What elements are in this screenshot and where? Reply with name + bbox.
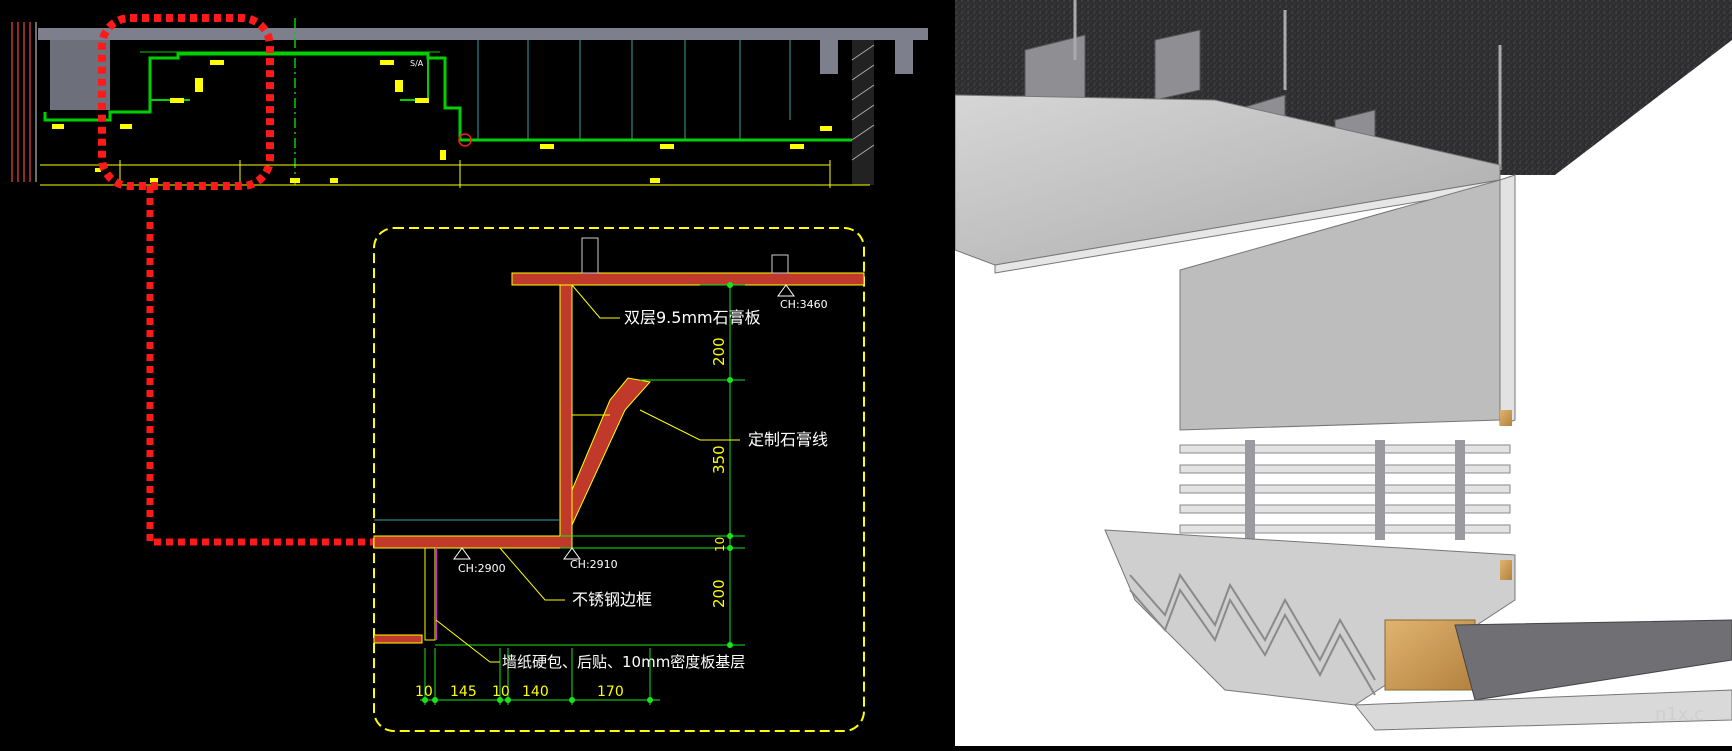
concrete-beam-right-2 (895, 40, 913, 74)
ch-label-top: CH:3460 (780, 298, 828, 311)
dim-horizontal-5: 170 (597, 684, 624, 700)
custom-cornice-profile (571, 377, 651, 526)
dim-vertical-3: 10 (713, 537, 727, 552)
dim-horizontal-2: 145 (450, 684, 477, 700)
lower-ceiling-board (373, 535, 573, 549)
callout-connector-red (146, 186, 378, 546)
render-canvas: n1x.c (954, 0, 1732, 746)
concrete-beam-left (50, 40, 110, 110)
watermark-text: n1x.c (1655, 704, 1704, 725)
ch-label-left: CH:2900 (458, 562, 506, 575)
annotation-wallpaper: 墙纸硬包、后贴、10mm密度板基层 (502, 653, 745, 671)
dim-vertical-2: 350 (710, 445, 728, 474)
cad-drawing-canvas: S/A 200 350 10 200 10 145 10 140 170 CH:… (8, 14, 928, 732)
lower-wall-board (424, 547, 436, 641)
ch-label-right: CH:2910 (570, 558, 618, 571)
dim-horizontal-1: 10 (415, 684, 433, 700)
dim-vertical-4: 200 (710, 579, 728, 608)
annotation-custom-cornice: 定制石膏线 (748, 430, 828, 449)
right-wall-hatch (851, 40, 875, 185)
annotation-stainless-frame: 不锈钢边框 (572, 590, 652, 609)
section-mark-sa: S/A (410, 59, 424, 68)
left-wall-hatch (8, 22, 38, 182)
vertical-drop-board (559, 284, 573, 548)
ceiling-profile-line (43, 52, 852, 142)
upper-ceiling-board (511, 272, 865, 286)
dim-horizontal-4: 140 (522, 684, 549, 700)
callout-box-red (98, 14, 274, 190)
hanger-rods (477, 40, 791, 140)
dim-vertical-1: 200 (710, 337, 728, 366)
render-3d-panel: n1x.c (954, 0, 1732, 746)
concrete-slab (38, 28, 928, 40)
dim-horizontal-3: 10 (492, 684, 510, 700)
annotation-double-gypsum: 双层9.5mm石膏板 (624, 308, 761, 327)
cad-drawing-panel: S/A 200 350 10 200 10 145 10 140 170 CH:… (0, 0, 955, 746)
detail-section: 200 350 10 200 10 145 10 140 170 CH:3460… (373, 227, 865, 732)
concrete-beam-right-1 (820, 40, 838, 74)
